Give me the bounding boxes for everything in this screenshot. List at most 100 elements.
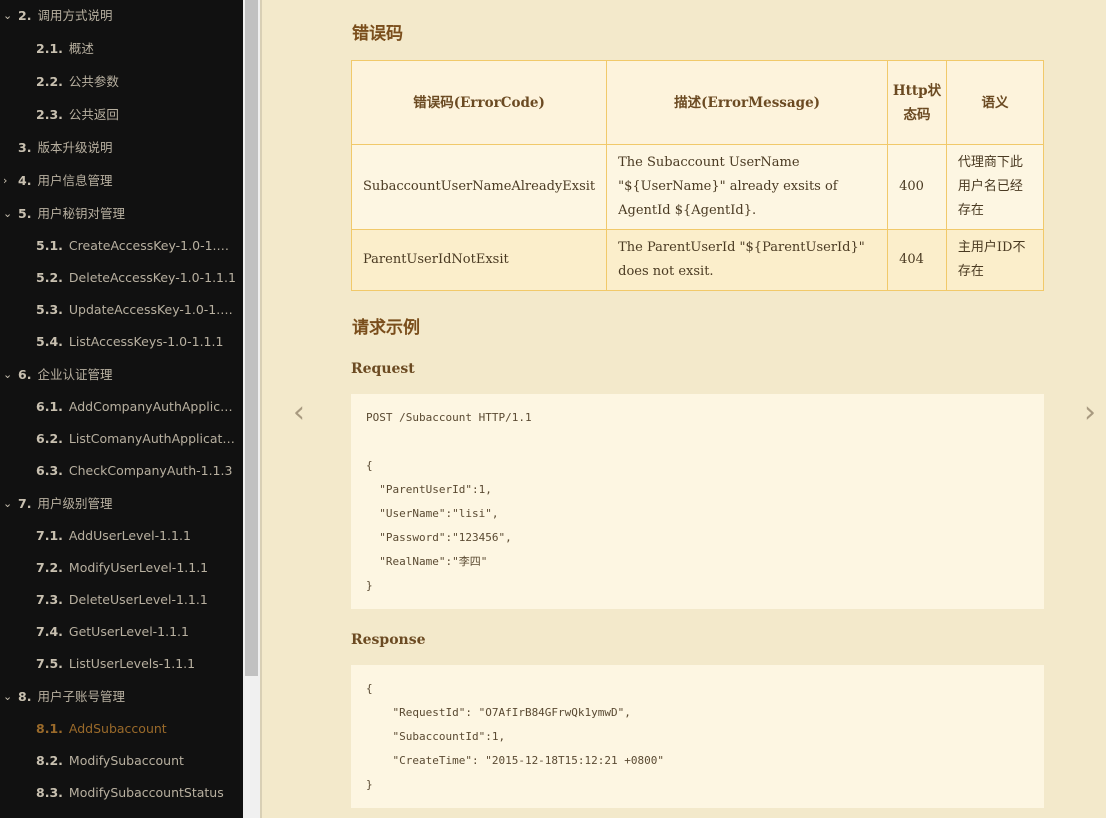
- sidebar-item-number: 5.: [18, 206, 32, 221]
- sidebar-item[interactable]: 2.1. 概述: [0, 37, 236, 61]
- sidebar-item[interactable]: ⌄ 5. 用户秘钥对管理: [0, 202, 236, 226]
- error-code-heading: 错误码: [352, 24, 403, 44]
- sidebar-item-number: 5.3.: [36, 302, 63, 317]
- sidebar-item[interactable]: 5.2. DeleteAccessKey-1.0-1.1.1: [0, 266, 236, 290]
- sidebar-item[interactable]: 8.1. AddSubaccount: [0, 717, 236, 741]
- error-code-table: 错误码(ErrorCode) 描述(ErrorMessage) Http状态码 …: [350, 60, 1045, 291]
- table-header-row: 错误码(ErrorCode) 描述(ErrorMessage) Http状态码 …: [350, 60, 1045, 145]
- sidebar-item-number: 6.2.: [36, 431, 63, 446]
- sidebar-item-number: 8.1.: [36, 721, 63, 736]
- sidebar-item[interactable]: 6.2. ListComanyAuthApplicatio...: [0, 427, 236, 451]
- sidebar-item-label: 公共返回: [68, 107, 119, 122]
- sidebar-item[interactable]: 7.5. ListUserLevels-1.1.1: [0, 652, 236, 676]
- sidebar-item[interactable]: 7.2. ModifyUserLevel-1.1.1: [0, 556, 236, 580]
- table-cell: 400: [887, 144, 947, 230]
- sidebar-item-label: ListAccessKeys-1.0-1.1.1: [68, 334, 224, 349]
- sidebar-item-label: 版本升级说明: [37, 140, 113, 155]
- sidebar-item-number: 8.: [18, 689, 32, 704]
- sidebar-item[interactable]: 2.3. 公共返回: [0, 103, 236, 127]
- chevron-down-icon[interactable]: ⌄: [3, 685, 12, 709]
- table-row: SubaccountUserNameAlreadyExsit The Subac…: [350, 144, 1045, 230]
- sidebar-item-number: 6.1.: [36, 399, 63, 414]
- sidebar-item-label: UpdateAccessKey-1.0-1.1.1: [68, 302, 236, 317]
- sidebar-item-label: GetUserLevel-1.1.1: [68, 624, 189, 639]
- sidebar-item[interactable]: 5.1. CreateAccessKey-1.0-1.1.1: [0, 234, 236, 258]
- sidebar-item[interactable]: 7.1. AddUserLevel-1.1.1: [0, 524, 236, 548]
- next-page-arrow-icon[interactable]: ›: [1084, 395, 1096, 430]
- chevron-down-icon[interactable]: ⌄: [3, 202, 12, 226]
- sidebar-item[interactable]: ⌄ 8. 用户子账号管理: [0, 685, 236, 709]
- sidebar-item-number: 8.3.: [36, 785, 63, 800]
- chevron-down-icon[interactable]: ⌄: [3, 363, 12, 387]
- table-cell: The Subaccount UserName "${UserName}" al…: [606, 144, 889, 230]
- table-header-meaning: 语义: [945, 60, 1045, 145]
- sidebar-item-label: ModifySubaccount: [68, 753, 184, 768]
- sidebar-item[interactable]: 7.4. GetUserLevel-1.1.1: [0, 620, 236, 644]
- sidebar-item-number: 7.: [18, 496, 32, 511]
- sidebar-item-label: DeleteAccessKey-1.0-1.1.1: [68, 270, 236, 285]
- sidebar-item-number: 6.3.: [36, 463, 63, 478]
- request-code-block: POST /Subaccount HTTP/1.1 { "ParentUserI…: [351, 394, 1044, 609]
- sidebar-item-label: AddUserLevel-1.1.1: [68, 528, 191, 543]
- table-header-errorcode: 错误码(ErrorCode): [350, 60, 608, 145]
- sidebar-item-number: 7.3.: [36, 592, 63, 607]
- response-label: Response: [351, 632, 426, 648]
- sidebar-item-number: 5.1.: [36, 238, 63, 253]
- table-cell: SubaccountUserNameAlreadyExsit: [350, 144, 608, 230]
- sidebar-item-number: 2.2.: [36, 74, 63, 89]
- sidebar-item-label: AddCompanyAuthApplicati...: [68, 399, 236, 414]
- sidebar-item[interactable]: ⌄ 2. 调用方式说明: [0, 4, 236, 28]
- sidebar-item-number: 5.2.: [36, 270, 63, 285]
- sidebar-item-label: 企业认证管理: [37, 367, 113, 382]
- sidebar-item[interactable]: 7.3. DeleteUserLevel-1.1.1: [0, 588, 236, 612]
- sidebar-item[interactable]: › 4. 用户信息管理: [0, 169, 236, 193]
- request-example-heading: 请求示例: [352, 318, 420, 338]
- sidebar-toc: ⌄ 2. 调用方式说明 2.1. 概述 2.2. 公共参数 2.3. 公共返回 3. 版本升级说明 ›…: [0, 0, 243, 818]
- table-row: ParentUserIdNotExsit The ParentUserId "$…: [350, 229, 1045, 291]
- sidebar-item-label: AddSubaccount: [68, 721, 167, 736]
- panel-divider: [260, 0, 262, 818]
- sidebar-item-label: 用户子账号管理: [37, 689, 125, 704]
- sidebar-item[interactable]: 5.3. UpdateAccessKey-1.0-1.1.1: [0, 298, 236, 322]
- sidebar-item-label: ListComanyAuthApplicatio...: [68, 431, 236, 446]
- sidebar-item[interactable]: ⌄ 7. 用户级别管理: [0, 492, 236, 516]
- sidebar-item-number: 7.4.: [36, 624, 63, 639]
- table-cell: ParentUserIdNotExsit: [350, 229, 608, 291]
- sidebar-item-label: 用户信息管理: [37, 173, 113, 188]
- sidebar-item-number: 2.1.: [36, 41, 63, 56]
- sidebar-item-label: CheckCompanyAuth-1.1.3: [68, 463, 233, 478]
- sidebar-item-number: 6.: [18, 367, 32, 382]
- sidebar-item[interactable]: 8.3. ModifySubaccountStatus: [0, 781, 236, 805]
- sidebar-item-number: 8.2.: [36, 753, 63, 768]
- sidebar-item[interactable]: 2.2. 公共参数: [0, 70, 236, 94]
- prev-page-arrow-icon[interactable]: ‹: [293, 395, 305, 430]
- chevron-right-icon[interactable]: ›: [3, 169, 7, 193]
- sidebar-item[interactable]: 5.4. ListAccessKeys-1.0-1.1.1: [0, 330, 236, 354]
- sidebar-item[interactable]: 6.1. AddCompanyAuthApplicati...: [0, 395, 236, 419]
- table-cell: 主用户ID不存在: [945, 229, 1045, 291]
- sidebar-item-label: DeleteUserLevel-1.1.1: [68, 592, 208, 607]
- sidebar-item-number: 7.1.: [36, 528, 63, 543]
- sidebar-item-label: CreateAccessKey-1.0-1.1.1: [68, 238, 236, 253]
- sidebar-item-label: 概述: [68, 41, 94, 56]
- table-cell: 代理商下此用户名已经存在: [945, 144, 1045, 230]
- table-header-http-status: Http状态码: [887, 60, 947, 145]
- sidebar-item-label: ModifyUserLevel-1.1.1: [68, 560, 209, 575]
- sidebar-item[interactable]: ⌄ 6. 企业认证管理: [0, 363, 236, 387]
- table-header-errormessage: 描述(ErrorMessage): [606, 60, 889, 145]
- sidebar-item-label: 公共参数: [68, 74, 119, 89]
- sidebar-item-label: ListUserLevels-1.1.1: [68, 656, 196, 671]
- table-cell: The ParentUserId "${ParentUserId}" does …: [606, 229, 889, 291]
- sidebar-item-label: 用户级别管理: [37, 496, 113, 511]
- chevron-down-icon[interactable]: ⌄: [3, 4, 12, 28]
- sidebar-scrollbar-thumb[interactable]: [245, 0, 258, 676]
- sidebar-item[interactable]: 8.2. ModifySubaccount: [0, 749, 236, 773]
- sidebar-item-label: ModifySubaccountStatus: [68, 785, 224, 800]
- table-cell: 404: [887, 229, 947, 291]
- sidebar-item-label: 调用方式说明: [37, 8, 113, 23]
- chevron-down-icon[interactable]: ⌄: [3, 492, 12, 516]
- sidebar-item[interactable]: 3. 版本升级说明: [0, 136, 236, 160]
- sidebar-item-number: 7.2.: [36, 560, 63, 575]
- sidebar-item-number: 2.3.: [36, 107, 63, 122]
- sidebar-item[interactable]: 6.3. CheckCompanyAuth-1.1.3: [0, 459, 236, 483]
